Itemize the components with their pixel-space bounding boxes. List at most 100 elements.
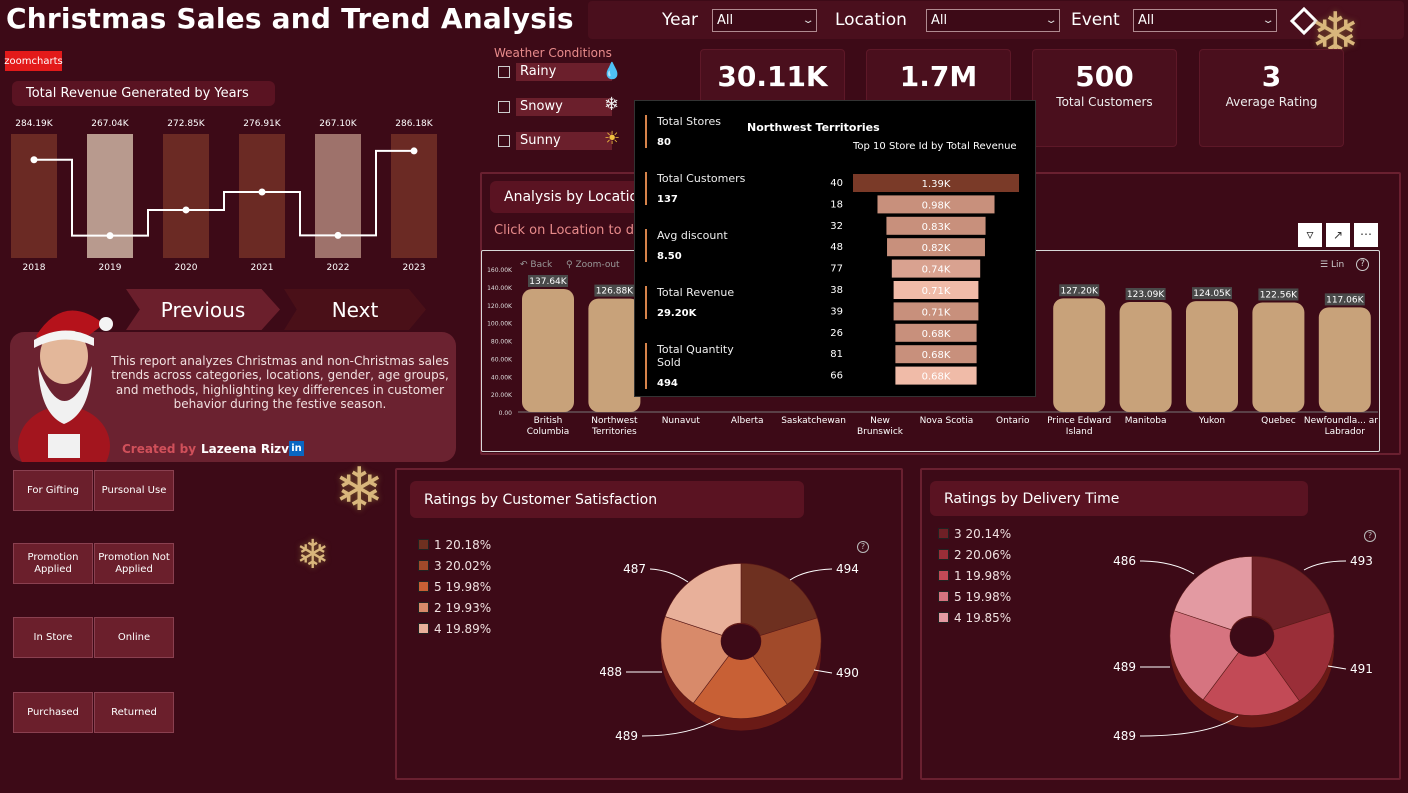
tooltip-funnel-chart: 40 1.39K 18 0.98K 32 0.83K 48 0.82K 77 0.74K 38 0.7…	[830, 174, 1019, 385]
tooltip-store-id: 18	[830, 199, 843, 210]
slicer-returned[interactable]: Returned	[94, 692, 174, 733]
legend-item[interactable]: 2 19.93%	[418, 597, 491, 618]
donut-data-label: 489	[1113, 729, 1136, 743]
location-y-tick: 100.00K	[487, 321, 513, 328]
revenue-x-tick: 2023	[403, 263, 426, 273]
slicer-promotion-not-applied[interactable]: Promotion Not Applied	[94, 543, 174, 584]
slicer-for-gifting[interactable]: For Gifting	[13, 470, 93, 511]
slicer-in-store[interactable]: In Store	[13, 617, 93, 658]
weather-option-sunny[interactable]: Sunny ☀	[498, 128, 628, 150]
legend-item[interactable]: 4 19.89%	[418, 618, 491, 639]
legend-item[interactable]: 5 19.98%	[938, 586, 1011, 607]
revenue-bar	[239, 134, 285, 258]
location-bar	[522, 288, 574, 412]
description-text: This report analyzes Christmas and non-C…	[111, 354, 449, 412]
delivery-pie-chart[interactable]: 493 491 489 489 486	[1110, 530, 1390, 760]
kpi-value: 500	[1075, 60, 1134, 93]
weather-option-snowy[interactable]: Snowy ❄	[498, 94, 628, 116]
slicer-purchased[interactable]: Purchased	[13, 692, 93, 733]
legend-swatch	[418, 623, 429, 634]
legend-swatch	[938, 570, 949, 581]
donut-data-label: 487	[623, 562, 646, 576]
tooltip-region: Northwest Territories	[747, 121, 880, 134]
tooltip-stat-label: Total Revenue	[657, 286, 735, 299]
checkbox[interactable]	[498, 66, 510, 78]
tooltip-stat: Total Revenue 29.20K	[645, 286, 755, 319]
legend-item[interactable]: 5 19.98%	[418, 576, 491, 597]
location-x-tick: Alberta	[731, 416, 764, 426]
revenue-trend-point	[30, 156, 38, 164]
revenue-chart-title: Total Revenue Generated by Years	[12, 81, 275, 106]
revenue-trend-point	[410, 147, 418, 155]
legend-label: 2 20.06%	[954, 547, 1012, 562]
revenue-bar	[87, 134, 133, 258]
location-filter-label: Location	[835, 10, 907, 30]
tooltip-store-id: 81	[830, 349, 843, 360]
revenue-trend-point	[182, 206, 190, 214]
revenue-by-year-chart[interactable]: 284.19K2018267.04K2019272.85K2020276.91K…	[0, 108, 440, 280]
donut-data-label: 488	[600, 665, 622, 679]
tooltip-store-id: 48	[830, 242, 843, 253]
legend-swatch	[938, 591, 949, 602]
legend-item[interactable]: 2 20.06%	[938, 544, 1011, 565]
checkbox[interactable]	[498, 101, 510, 113]
donut-data-label: 486	[1113, 554, 1136, 568]
event-filter-select[interactable]: All ⌄	[1133, 9, 1277, 32]
donut-data-label: 489	[615, 729, 638, 743]
checkbox[interactable]	[498, 135, 510, 147]
delivery-chart-title: Ratings by Delivery Time	[930, 481, 1308, 516]
location-x-tick: Columbia	[527, 427, 570, 437]
tooltip-funnel-label: 0.74K	[922, 265, 951, 276]
event-filter-value: All	[1138, 13, 1155, 28]
location-y-tick: 60.00K	[491, 356, 513, 363]
revenue-x-tick: 2022	[327, 263, 350, 273]
legend-item[interactable]: 4 19.85%	[938, 607, 1011, 628]
legend-item[interactable]: 1 20.18%	[418, 534, 491, 555]
donut-data-label: 491	[1350, 662, 1373, 676]
legend-swatch	[938, 612, 949, 623]
focus-mode-icon[interactable]: ↗	[1326, 223, 1350, 247]
slicer-promotion-applied[interactable]: Promotion Applied	[13, 543, 93, 584]
tooltip-stat: Avg discount 8.50	[645, 229, 755, 262]
donut-hole	[1230, 617, 1274, 657]
legend-item[interactable]: 1 19.98%	[938, 565, 1011, 586]
year-filter-select[interactable]: All ⌄	[712, 9, 817, 32]
donut-leader-line	[789, 568, 833, 581]
satisfaction-pie-chart[interactable]: 494 490 489 488 487	[600, 540, 880, 760]
filter-icon[interactable]: ▿	[1298, 223, 1322, 247]
location-filter-select[interactable]: All ⌄	[926, 9, 1060, 32]
event-filter-label: Event	[1071, 10, 1120, 30]
tooltip-stat-value: 494	[657, 378, 678, 389]
location-y-tick: 80.00K	[491, 339, 513, 346]
filter-bar: Year All ⌄ Location All ⌄ Event All ⌄	[588, 1, 1404, 39]
slicer-online[interactable]: Online	[94, 617, 174, 658]
location-x-tick: Nunavut	[662, 416, 701, 426]
location-x-tick: Manitoba	[1125, 416, 1167, 426]
location-filter-value: All	[931, 13, 948, 28]
location-x-tick: Prince Edward	[1047, 416, 1111, 426]
weather-option-rainy[interactable]: Rainy 💧	[498, 61, 628, 81]
kpi-label: Average Rating	[1225, 95, 1318, 109]
location-data-label: 137.64K	[529, 277, 567, 287]
revenue-bar	[315, 134, 361, 258]
location-x-tick: Quebec	[1261, 416, 1296, 426]
slicer-personal-use[interactable]: Pursonal Use	[94, 470, 174, 511]
chevron-down-icon: ⌄	[1261, 15, 1275, 26]
snowflake-icon: ❄	[334, 455, 385, 525]
previous-button[interactable]: Previous	[126, 289, 280, 330]
weather-option-label: Rainy	[516, 63, 612, 81]
more-options-icon[interactable]: ⋯	[1354, 223, 1378, 247]
next-button[interactable]: Next	[284, 289, 426, 330]
location-data-label: 127.20K	[1060, 286, 1098, 296]
tooltip-stat-value: 8.50	[657, 251, 682, 262]
tooltip-stat-value: 80	[657, 137, 671, 148]
revenue-trend-point	[106, 232, 114, 240]
legend-item[interactable]: 3 20.14%	[938, 523, 1011, 544]
legend-item[interactable]: 3 20.02%	[418, 555, 491, 576]
location-chart-subtitle: Click on Location to dril	[494, 223, 647, 238]
location-x-tick: Saskatchewan	[781, 416, 846, 426]
revenue-trend-point	[334, 231, 342, 239]
linkedin-icon[interactable]: in	[289, 441, 304, 456]
donut-hole	[721, 624, 761, 660]
weather-option-label: Sunny	[516, 132, 612, 150]
